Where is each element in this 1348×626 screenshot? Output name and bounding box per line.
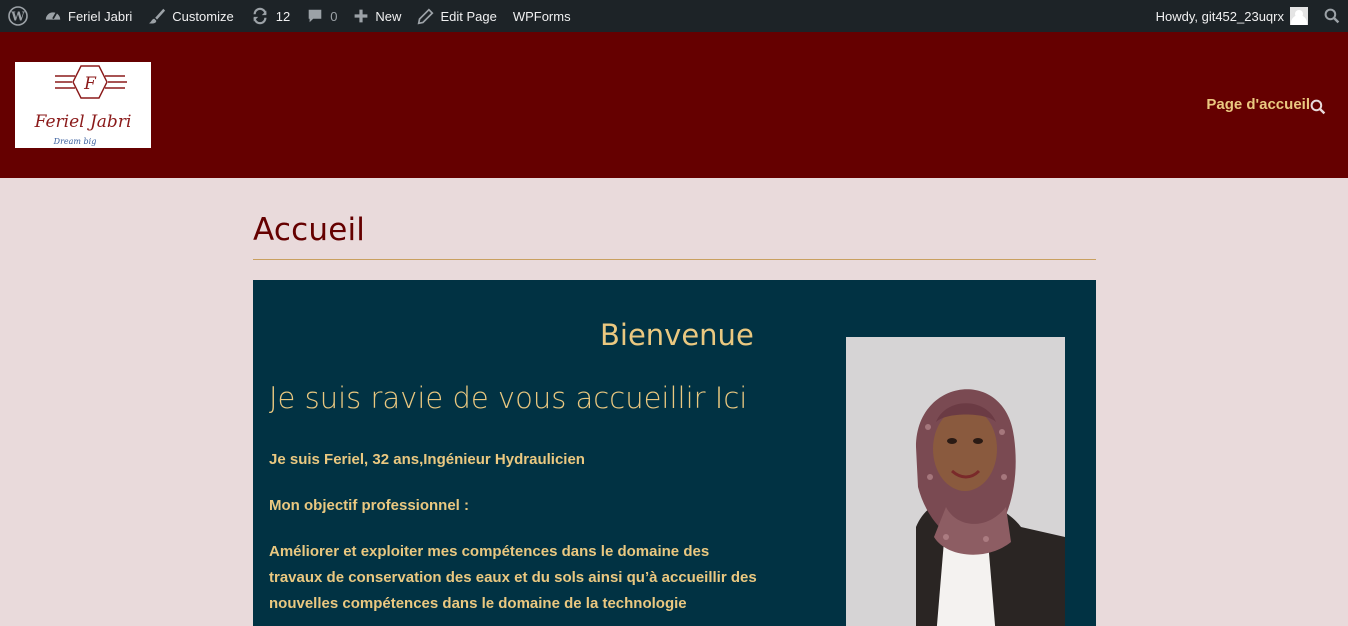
edit-page-link[interactable]: Edit Page [409,0,504,32]
updates-count: 12 [275,8,291,24]
logo-name: Feriel Jabri [34,112,132,132]
primary-nav: Page d'accueil [1206,96,1310,113]
plus-icon [353,8,369,24]
updates-icon [250,7,270,25]
objective-heading: Mon objectif professionnel : [269,497,470,514]
site-header: F Feriel Jabri Dream big Page d'accueil [0,32,1348,178]
comment-icon [306,7,324,25]
header-search-button[interactable] [1310,99,1326,120]
edit-page-label: Edit Page [440,8,497,24]
admin-search-button[interactable] [1316,0,1348,32]
search-icon [1324,8,1340,24]
nav-item-page-daccueil[interactable]: Page d'accueil [1206,96,1310,113]
wordpress-icon: W [8,6,28,26]
wpforms-link[interactable]: WPForms [505,0,579,32]
portrait-photo [846,337,1065,626]
updates-link[interactable]: 12 [242,0,298,32]
dashboard-icon [44,7,62,25]
customize-link[interactable]: Customize [140,0,241,32]
welcome-subheading: Je suis ravie de vous accueillir Ici [269,381,748,415]
welcome-section: Bienvenue Je suis ravie de vous accueill… [253,280,1096,626]
admin-bar: W Feriel Jabri Customize 12 0 New Edit P… [0,0,1348,32]
objective-paragraph: Améliorer et exploiter mes compétences d… [269,543,757,612]
page-title: Accueil [253,212,366,248]
comments-link[interactable]: 0 [298,0,345,32]
logo-initial: F [83,74,97,94]
logo-tagline: Dream big [53,137,97,146]
brush-icon [148,7,166,25]
svg-text:W: W [10,10,25,24]
site-logo[interactable]: F Feriel Jabri Dream big [15,62,151,148]
howdy-label: Howdy, git452_23uqrx [1155,8,1284,24]
new-content-link[interactable]: New [345,0,409,32]
wordpress-menu[interactable]: W [0,0,36,32]
search-icon [1310,99,1326,119]
new-label: New [375,8,402,24]
site-name-label: Feriel Jabri [68,8,133,24]
customize-label: Customize [172,8,234,24]
title-divider [253,259,1096,260]
wpforms-label: WPForms [512,8,571,24]
comments-count: 0 [330,8,338,24]
site-name-link[interactable]: Feriel Jabri [36,0,140,32]
welcome-heading: Bienvenue [600,318,754,352]
avatar [1290,7,1308,25]
intro-paragraph: Je suis Feriel, 32 ans,Ingénieur Hydraul… [269,451,585,468]
account-menu[interactable]: Howdy, git452_23uqrx [1148,0,1316,32]
pencil-icon [417,7,434,25]
